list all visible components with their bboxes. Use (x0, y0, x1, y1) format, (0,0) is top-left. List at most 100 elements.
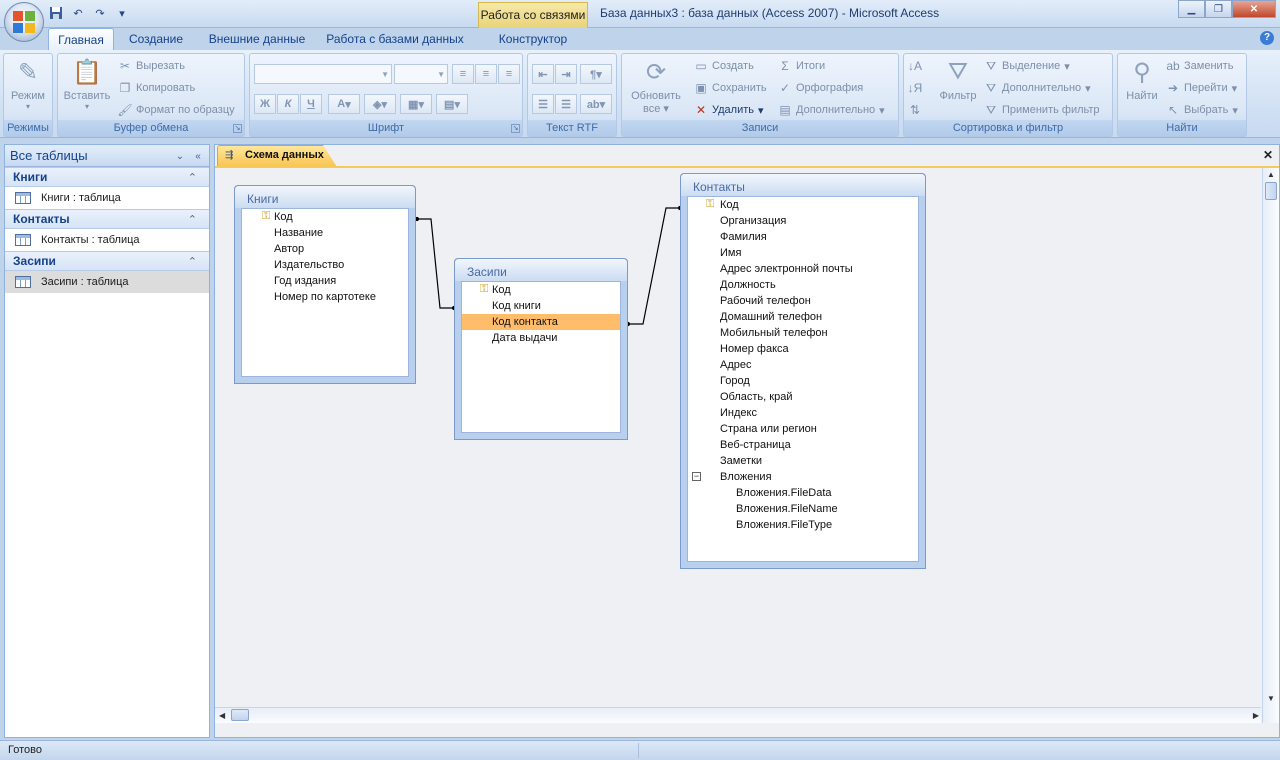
table-window-title[interactable]: Книги (235, 186, 415, 208)
gridlines-button[interactable]: ▦ ▾ (400, 94, 432, 114)
numbering-icon[interactable]: ☰ (532, 94, 554, 114)
font-size-combo[interactable]: ▼ (394, 64, 448, 84)
collapse-group-icon[interactable]: ⌃ (188, 169, 197, 187)
redo-icon[interactable]: ↷ (92, 5, 108, 21)
replace-button[interactable]: ab Заменить (1166, 56, 1233, 76)
nav-item-knigi-table[interactable]: Книги : таблица (5, 187, 209, 209)
paragraph-direction-icon[interactable]: ¶▾ (580, 64, 612, 84)
field-row[interactable]: ⚿ Код (688, 197, 918, 213)
field-row[interactable]: Номер по картотеке (242, 289, 408, 305)
find-button[interactable]: ⚲ Найти (1120, 56, 1164, 103)
tab-relationships[interactable]: ⇶ Схема данных (217, 145, 337, 167)
tab-design[interactable]: Конструктор (480, 28, 586, 50)
horizontal-scroll-thumb[interactable] (231, 709, 249, 721)
field-row[interactable]: Домашний телефон (688, 309, 918, 325)
table-window-title[interactable]: Контакты (681, 174, 925, 196)
nav-pane-header[interactable]: Все таблицы ⌄ « (5, 145, 209, 167)
office-button[interactable] (4, 2, 44, 42)
view-button[interactable]: ✎ Режим ▾ (8, 56, 48, 112)
field-row[interactable]: Мобильный телефон (688, 325, 918, 341)
field-row[interactable]: Область, край (688, 389, 918, 405)
subfield-row[interactable]: Вложения.FileName (688, 501, 918, 517)
table-window-zasipi[interactable]: Засипи ⚿ Код Код книги Код контакта Дата … (454, 258, 628, 440)
align-left-icon[interactable]: ≡ (452, 64, 474, 84)
field-row[interactable]: Название (242, 225, 408, 241)
table-window-title[interactable]: Засипи (455, 259, 627, 281)
delete-record-button[interactable]: ✕ Удалить ▾ (694, 100, 764, 120)
nav-item-kontakty-table[interactable]: Контакты : таблица (5, 229, 209, 251)
field-row[interactable]: Должность (688, 277, 918, 293)
save-icon[interactable] (48, 5, 64, 21)
field-row[interactable]: Рабочий телефон (688, 293, 918, 309)
clipboard-launcher-icon[interactable]: ↘ (233, 124, 242, 133)
field-row[interactable]: Страна или регион (688, 421, 918, 437)
font-color-button[interactable]: A ▾ (328, 94, 360, 114)
cut-button[interactable]: ✂ Вырезать (118, 56, 185, 76)
field-row[interactable]: Адрес (688, 357, 918, 373)
undo-icon[interactable]: ↶ (70, 5, 86, 21)
italic-button[interactable]: К (277, 94, 299, 114)
close-window-icon[interactable]: ✕ (1232, 0, 1276, 18)
relationships-canvas[interactable]: Книги ⚿ Код Название Автор Издательство Г… (215, 168, 1261, 723)
nav-group-kontakty[interactable]: Контакты ⌃ (5, 209, 209, 229)
scroll-right-icon[interactable]: ▶ (1253, 711, 1259, 720)
vertical-scrollbar[interactable]: ▲ ▼ (1262, 168, 1279, 723)
tab-home[interactable]: Главная (48, 28, 114, 50)
format-painter-button[interactable]: 🖌 Формат по образцу (117, 100, 234, 120)
nav-group-knigi[interactable]: Книги ⌃ (5, 167, 209, 187)
vertical-scroll-thumb[interactable] (1265, 182, 1277, 200)
bold-button[interactable]: Ж (254, 94, 276, 114)
highlight-icon[interactable]: ab▾ (580, 94, 612, 114)
advanced-filter-button[interactable]: ⛛ Дополнительно ▾ (984, 78, 1091, 98)
restore-icon[interactable]: ❐ (1205, 0, 1232, 18)
more-records-button[interactable]: ▤ Дополнительно ▾ (778, 100, 884, 120)
copy-button[interactable]: ❐ Копировать (118, 78, 196, 98)
customize-qat-icon[interactable]: ▾ (114, 5, 130, 21)
selection-button[interactable]: ⛛ Выделение ▾ (984, 56, 1070, 76)
bullets-icon[interactable]: ☰ (555, 94, 577, 114)
field-row[interactable]: Индекс (688, 405, 918, 421)
nav-group-zasipi[interactable]: Засипи ⌃ (5, 251, 209, 271)
tab-database-tools[interactable]: Работа с базами данных (322, 28, 468, 50)
field-row[interactable]: Город (688, 373, 918, 389)
field-row[interactable]: Автор (242, 241, 408, 257)
align-right-icon[interactable]: ≡ (498, 64, 520, 84)
field-row[interactable]: ⚿ Код (462, 282, 620, 298)
increase-indent-icon[interactable]: ⇥ (555, 64, 577, 84)
clear-sort-button[interactable]: ⇅ (908, 100, 922, 120)
collapse-minus-icon[interactable]: − (692, 472, 701, 481)
fill-color-button[interactable]: ◈ ▾ (364, 94, 396, 114)
scroll-down-icon[interactable]: ▼ (1267, 694, 1275, 703)
field-row[interactable]: Адрес электронной почты (688, 261, 918, 277)
nav-menu-icon[interactable]: ⌄ (173, 149, 187, 163)
table-window-kontakty[interactable]: Контакты ⚿ Код Организация Фамилия Имя Ад… (680, 173, 926, 569)
field-row-selected[interactable]: Код контакта (462, 314, 620, 330)
underline-button[interactable]: Ч (300, 94, 322, 114)
align-center-icon[interactable]: ≡ (475, 64, 497, 84)
field-row[interactable]: Веб-страница (688, 437, 918, 453)
sort-ascending-button[interactable]: ↓A (908, 56, 922, 76)
subfield-row[interactable]: Вложения.FileData (688, 485, 918, 501)
scroll-left-icon[interactable]: ◀ (219, 711, 225, 720)
subfield-row[interactable]: Вложения.FileType (688, 517, 918, 533)
field-row[interactable]: Имя (688, 245, 918, 261)
horizontal-scrollbar[interactable]: ◀ ▶ (215, 707, 1261, 723)
paste-button[interactable]: 📋 Вставить ▾ (60, 56, 114, 112)
collapse-group-icon[interactable]: ⌃ (188, 253, 197, 271)
goto-button[interactable]: ➔ Перейти ▾ (1166, 78, 1237, 98)
font-launcher-icon[interactable]: ↘ (511, 124, 520, 133)
new-record-button[interactable]: ▭ Создать (694, 56, 753, 76)
save-record-button[interactable]: ▣ Сохранить (694, 78, 766, 98)
minimize-icon[interactable]: ▁ (1178, 0, 1205, 18)
collapse-pane-icon[interactable]: « (191, 149, 205, 163)
toggle-filter-button[interactable]: ⛛ Применить фильтр (984, 100, 1100, 120)
filter-button[interactable]: ⛛ Фильтр (934, 56, 982, 102)
refresh-all-button[interactable]: ⟳ Обновить все ▾ (624, 56, 688, 116)
sort-descending-button[interactable]: ↓Я (908, 78, 923, 98)
field-row[interactable]: Издательство (242, 257, 408, 273)
table-window-knigi[interactable]: Книги ⚿ Код Название Автор Издательство Г… (234, 185, 416, 384)
field-row[interactable]: Номер факса (688, 341, 918, 357)
font-name-combo[interactable]: ▼ (254, 64, 392, 84)
field-row[interactable]: ⚿ Код (242, 209, 408, 225)
field-row[interactable]: Фамилия (688, 229, 918, 245)
